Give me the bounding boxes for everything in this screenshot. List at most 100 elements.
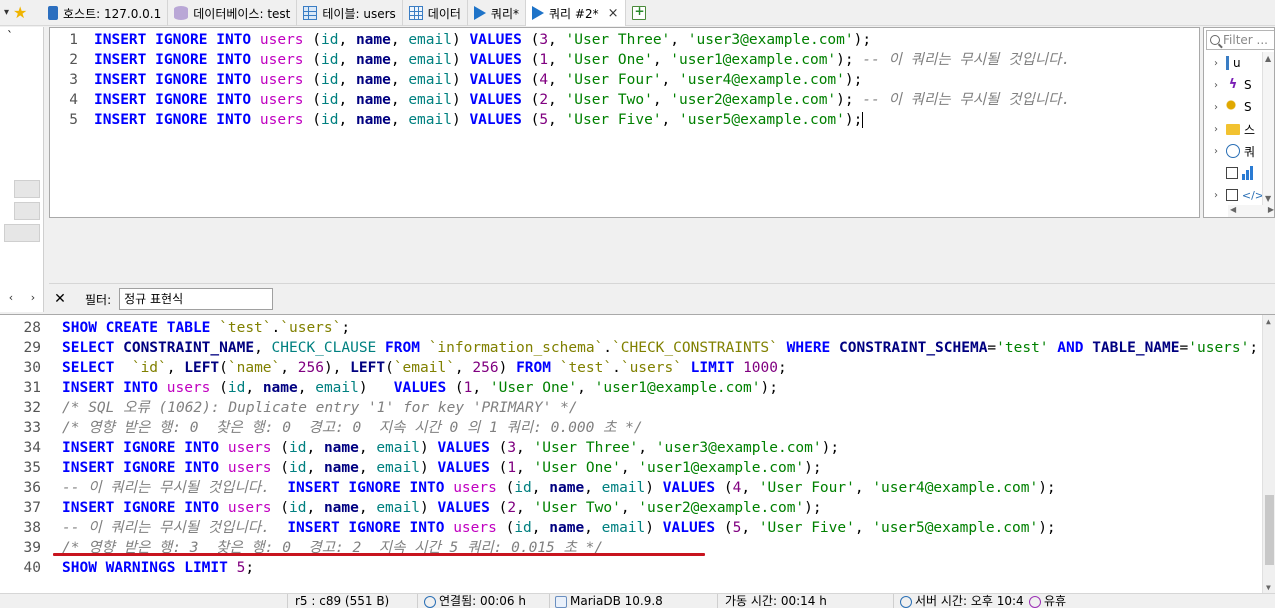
query-helper-panel[interactable]: Filter ... › u › ϟ S › S › 스 › 쿼 › </> ▲…	[1203, 27, 1275, 218]
log-line[interactable]: 30 SELECT `id`, LEFT(`name`, 256), LEFT(`…	[0, 358, 1262, 378]
sql-token: (	[271, 460, 289, 476]
scroll-right-icon[interactable]: ▶	[1268, 205, 1274, 217]
tree-item[interactable]	[14, 180, 40, 198]
helper-item-functions[interactable]: › ϟ S	[1204, 74, 1264, 96]
tab-host[interactable]: 호스트: 127.0.0.1	[42, 0, 169, 26]
line-number: 4	[69, 92, 78, 108]
sql-token: email	[408, 112, 452, 128]
log-line[interactable]: 32 /* SQL 오류 (1062): Duplicate entry '1' …	[0, 398, 1262, 418]
sql-token: FROM	[516, 360, 560, 376]
scroll-left-icon[interactable]: ◀	[1230, 205, 1236, 217]
scrollbar-thumb[interactable]	[1265, 495, 1274, 565]
sql-text: INSERT IGNORE INTO users (id, name, emai…	[94, 30, 871, 50]
sql-token: );	[844, 72, 863, 88]
chevron-right-icon[interactable]: ›	[1214, 190, 1222, 201]
sql-token: `name`	[227, 360, 281, 376]
log-line[interactable]: 37 INSERT IGNORE INTO users (id, name, em…	[0, 498, 1262, 518]
chevron-right-icon[interactable]: ›	[1214, 58, 1222, 69]
helper-vertical-scrollbar[interactable]: ▲ ▼	[1262, 52, 1274, 217]
sql-log-panel[interactable]: 28 SHOW CREATE TABLE `test`.`users`; 29 SEL…	[0, 314, 1275, 593]
checkbox-icon[interactable]	[1225, 189, 1238, 201]
sql-token: users	[227, 500, 272, 516]
sql-token: ,	[584, 520, 602, 536]
sql-token: ,	[548, 112, 566, 128]
helper-horizontal-scrollbar[interactable]: ◀ ▶	[1228, 205, 1274, 217]
chevron-right-icon[interactable]: ›	[1214, 102, 1222, 113]
sql-token: id	[289, 440, 307, 456]
sql-token: INSERT IGNORE INTO	[287, 520, 454, 536]
sql-text: INSERT IGNORE INTO users (id, name, emai…	[94, 90, 1070, 110]
sql-token: CONSTRAINT_NAME	[123, 340, 255, 356]
database-tree-panel[interactable]: `	[0, 27, 44, 312]
new-query-tab-button[interactable]	[626, 0, 652, 26]
helper-item-snippets[interactable]: › 스	[1204, 118, 1264, 140]
query-play-icon	[473, 6, 486, 20]
sql-token: INSERT INTO	[62, 380, 167, 396]
log-line[interactable]: 36 -- 이 쿼리는 무시될 것입니다. INSERT IGNORE INTO …	[0, 478, 1262, 498]
tab-label: 테이블: users	[322, 6, 396, 21]
log-line[interactable]: 35 INSERT IGNORE INTO users (id, name, em…	[0, 458, 1262, 478]
editor-line[interactable]: 3 INSERT IGNORE INTO users (id, name, ema…	[50, 70, 1199, 90]
sql-token: email	[376, 440, 420, 456]
sql-token: );	[844, 112, 863, 128]
close-filter-icon[interactable]: ✕	[53, 291, 67, 307]
chevron-right-icon[interactable]: ›	[1214, 124, 1222, 135]
sql-token: ,	[358, 460, 377, 476]
bar-chart-icon	[1242, 166, 1253, 180]
scroll-right-icon[interactable]: ›	[31, 291, 35, 309]
log-line[interactable]: 34 INSERT IGNORE INTO users (id, name, em…	[0, 438, 1262, 458]
scroll-down-icon[interactable]: ▼	[1266, 583, 1271, 592]
tab-table[interactable]: 테이블: users	[297, 0, 403, 26]
log-line[interactable]: 33 /* 영향 받은 행: 0 찾은 행: 0 경고: 0 지속 시간 0 의 …	[0, 418, 1262, 438]
log-line[interactable]: 31 INSERT INTO users (id, name, email) VA…	[0, 378, 1262, 398]
sql-token: name	[549, 480, 585, 496]
log-line[interactable]: 29 SELECT CONSTRAINT_NAME, CHECK_CLAUSE F…	[0, 338, 1262, 358]
sql-token: id	[289, 500, 307, 516]
chevron-right-icon[interactable]: ›	[1214, 146, 1222, 157]
close-icon[interactable]: ×	[608, 6, 619, 21]
chevron-right-icon[interactable]: ›	[1214, 80, 1222, 91]
sql-token: users	[259, 112, 304, 128]
checkbox-icon[interactable]	[1226, 167, 1238, 179]
tab-database[interactable]: 데이터베이스: test	[168, 0, 298, 26]
tab-data[interactable]: 데이터	[403, 0, 468, 26]
folder-icon	[1226, 123, 1240, 135]
line-number: 33	[23, 420, 41, 436]
filter-input[interactable]: 정규 표현식	[119, 288, 274, 310]
tree-item-selected[interactable]	[4, 224, 40, 242]
sql-token: email	[408, 72, 452, 88]
helper-item-keywords[interactable]: › S	[1204, 96, 1264, 118]
chevron-down-icon[interactable]: ▾	[4, 7, 9, 18]
helper-item-profile[interactable]	[1204, 162, 1264, 184]
editor-line[interactable]: 1 INSERT IGNORE INTO users (id, name, ema…	[50, 30, 1199, 50]
scroll-left-icon[interactable]: ‹	[9, 291, 13, 309]
sql-token: id	[227, 380, 246, 396]
sql-token: 'User One'	[565, 52, 653, 68]
query-editor[interactable]: 1 INSERT IGNORE INTO users (id, name, ema…	[49, 27, 1200, 218]
clock-icon	[900, 595, 912, 608]
editor-line[interactable]: 2 INSERT IGNORE INTO users (id, name, ema…	[50, 50, 1199, 70]
sql-token: -- 이 쿼리는 무시될 것입니다.	[62, 520, 288, 536]
helper-item-columns[interactable]: › u	[1204, 52, 1264, 74]
helper-item-history[interactable]: › 쿼	[1204, 140, 1264, 162]
tab-query-2[interactable]: 쿼리 #2* ×	[526, 0, 626, 26]
tree-item[interactable]	[14, 202, 40, 220]
log-vertical-scrollbar[interactable]: ▲ ▼	[1262, 315, 1275, 593]
filter-label: 필터:	[85, 292, 112, 307]
log-line[interactable]: 38 -- 이 쿼리는 무시될 것입니다. INSERT IGNORE INTO …	[0, 518, 1262, 538]
sql-token: VALUES	[437, 440, 490, 456]
sql-token: name	[355, 92, 391, 108]
log-line[interactable]: 40 SHOW WARNINGS LIMIT 5;	[0, 558, 1262, 578]
scroll-up-icon[interactable]: ▲	[1266, 317, 1271, 326]
editor-line[interactable]: 4 INSERT IGNORE INTO users (id, name, ema…	[50, 90, 1199, 110]
scroll-down-icon[interactable]: ▼	[1265, 194, 1271, 203]
sql-token: ,	[620, 500, 639, 516]
helper-filter-input[interactable]: Filter ...	[1206, 30, 1274, 50]
log-line[interactable]: 28 SHOW CREATE TABLE `test`.`users`;	[0, 318, 1262, 338]
tab-query[interactable]: 쿼리*	[468, 0, 527, 26]
helper-item-code[interactable]: › </>	[1204, 184, 1264, 206]
editor-line[interactable]: 5 INSERT IGNORE INTO users (id, name, ema…	[50, 110, 1199, 130]
scroll-up-icon[interactable]: ▲	[1265, 54, 1271, 63]
favorite-star-icon[interactable]: ★	[13, 4, 27, 21]
sql-token: 'User One'	[533, 460, 621, 476]
